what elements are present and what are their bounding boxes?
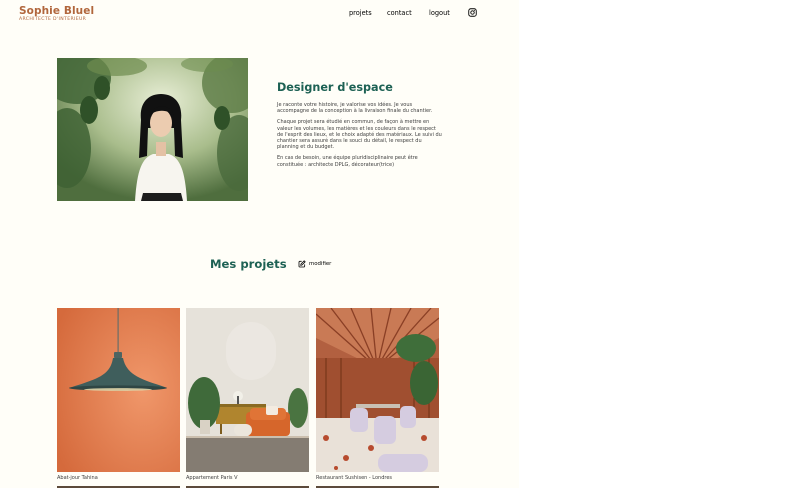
designer-portrait-photo (57, 58, 248, 201)
brand-name: Sophie Bluel (19, 5, 95, 17)
project-image-apartment (186, 308, 309, 472)
pen-square-icon (298, 260, 306, 268)
project-card[interactable]: Restaurant Sushisen - Londres (316, 308, 439, 481)
brand-subtitle: ARCHITECTE D'INTERIEUR (19, 17, 87, 22)
nav-link-contact[interactable]: contact (387, 9, 412, 17)
intro-paragraph: Chaque projet sera étudié en commun, de … (277, 119, 442, 151)
instagram-icon[interactable] (468, 8, 477, 17)
project-caption: Restaurant Sushisen - Londres (316, 475, 393, 481)
projects-title: Mes projets (210, 257, 287, 271)
intro-paragraph: En cas de besoin, une équipe pluridiscip… (277, 155, 418, 168)
edit-projects-button[interactable]: modifier (298, 260, 338, 269)
nav-link-logout[interactable]: logout (429, 9, 450, 17)
page: Sophie Bluel ARCHITECTE D'INTERIEUR proj… (0, 0, 519, 488)
intro-title: Designer d'espace (277, 81, 393, 94)
intro-text: Designer d'espace Je raconte votre histo… (277, 81, 442, 173)
project-caption: Abat-jour Tahina (57, 475, 98, 481)
project-card[interactable]: Abat-jour Tahina (57, 308, 180, 481)
edit-projects-label: modifier (309, 261, 332, 267)
nav-link-projets[interactable]: projets (349, 9, 372, 17)
project-card[interactable]: Appartement Paris V (186, 308, 309, 481)
brand-logo[interactable]: Sophie Bluel ARCHITECTE D'INTERIEUR (19, 5, 94, 22)
project-caption: Appartement Paris V (186, 475, 238, 481)
intro-paragraph: Je raconte votre histoire, je valorise v… (277, 102, 433, 115)
project-image-restaurant (316, 308, 439, 472)
project-image-lamp (57, 308, 180, 472)
